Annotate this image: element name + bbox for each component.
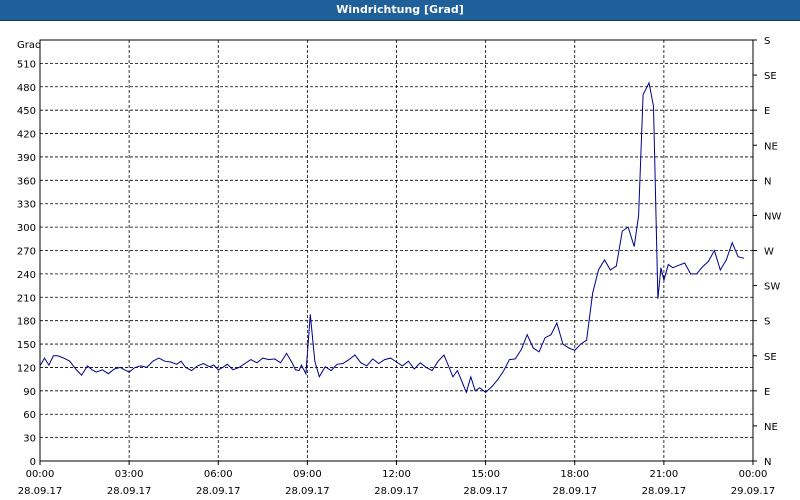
y-tick-label: 210 bbox=[17, 293, 36, 304]
x-tick-date: 28.09.17 bbox=[107, 486, 152, 497]
y-tick-label: 480 bbox=[17, 83, 36, 94]
y-tick-label: 270 bbox=[17, 247, 36, 258]
x-tick-labels: 00:00 28.09.17 03:00 28.09.17 06:00 28.09.17 0… bbox=[18, 461, 776, 497]
right-axis-label: NW bbox=[764, 211, 781, 222]
right-axis-label: E bbox=[764, 106, 770, 117]
right-axis-label: SW bbox=[764, 282, 780, 293]
x-tick-time: 06:00 bbox=[204, 469, 233, 480]
y-tick-label: 60 bbox=[23, 410, 36, 421]
y-tick-label: 90 bbox=[23, 387, 36, 398]
y-tick-label: 510 bbox=[17, 59, 36, 70]
y-tick-label: 180 bbox=[17, 317, 36, 328]
right-axis-label: W bbox=[764, 247, 774, 258]
x-tick-time: 12:00 bbox=[382, 469, 411, 480]
x-tick-date: 28.09.17 bbox=[463, 486, 508, 497]
y-tick-label: 30 bbox=[23, 434, 36, 445]
y-tick-label: 300 bbox=[17, 223, 36, 234]
x-tick-date: 28.09.17 bbox=[196, 486, 241, 497]
x-tick-time: 00:00 bbox=[739, 469, 768, 480]
x-tick-time: 03:00 bbox=[115, 469, 144, 480]
x-tick-time: 09:00 bbox=[293, 469, 322, 480]
wind-direction-chart: Grad 0 30 60 90 120 150 180 210 240 270 300 330 360 3… bbox=[17, 36, 782, 497]
x-tick-time: 18:00 bbox=[560, 469, 589, 480]
right-axis-label: E bbox=[764, 387, 770, 398]
x-tick-date: 28.09.17 bbox=[285, 486, 330, 497]
y-tick-label: 360 bbox=[17, 176, 36, 187]
x-tick-date: 28.09.17 bbox=[18, 486, 63, 497]
y-tick-label: 120 bbox=[17, 363, 36, 374]
right-axis-label: N bbox=[764, 457, 771, 468]
x-tick-time: 00:00 bbox=[26, 469, 55, 480]
y-tick-labels: 0 30 60 90 120 150 180 210 240 270 300 330 360 390 420… bbox=[17, 59, 36, 468]
y-tick-label: 420 bbox=[17, 130, 36, 141]
y-axis-label: Grad bbox=[17, 40, 41, 51]
y-tick-label: 330 bbox=[17, 200, 36, 211]
y-tick-label: 450 bbox=[17, 106, 36, 117]
right-axis-labels: N NE E SE S SW W NW N NE E SE S bbox=[753, 36, 781, 468]
y-tick-label: 0 bbox=[30, 457, 36, 468]
y-tick-label: 150 bbox=[17, 340, 36, 351]
x-tick-time: 21:00 bbox=[649, 469, 678, 480]
y-tick-label: 390 bbox=[17, 153, 36, 164]
x-tick-date: 28.09.17 bbox=[374, 486, 419, 497]
right-axis-label: NE bbox=[764, 141, 778, 152]
right-axis-label: SE bbox=[764, 352, 777, 363]
x-tick-date: 29.09.17 bbox=[731, 486, 776, 497]
y-tick-label: 240 bbox=[17, 270, 36, 281]
right-axis-label: NE bbox=[764, 422, 778, 433]
x-tick-date: 28.09.17 bbox=[552, 486, 597, 497]
right-axis-label: SE bbox=[764, 71, 777, 82]
right-axis-label: S bbox=[764, 317, 770, 328]
right-axis-label: N bbox=[764, 176, 771, 187]
right-axis-label: S bbox=[764, 36, 770, 47]
x-tick-date: 28.09.17 bbox=[642, 486, 687, 497]
x-tick-time: 15:00 bbox=[471, 469, 500, 480]
